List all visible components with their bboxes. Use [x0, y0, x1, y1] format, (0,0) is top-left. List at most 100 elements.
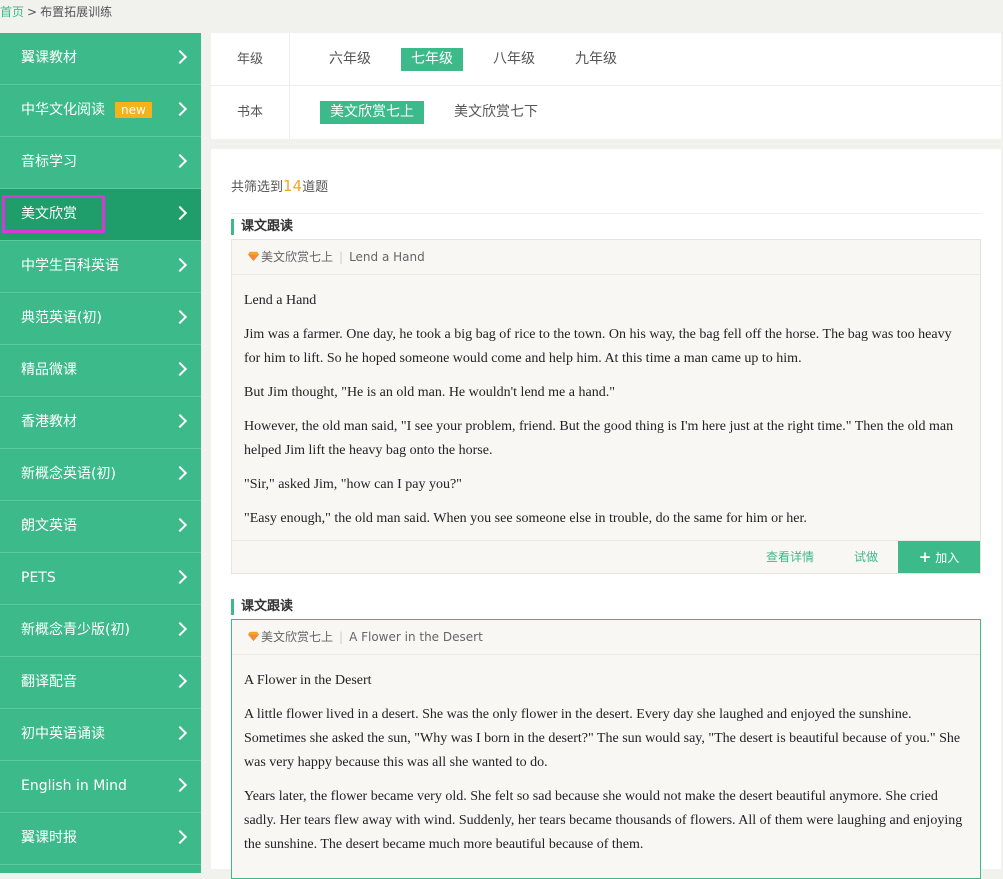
sidebar-item-label: 初中英语诵读	[21, 726, 105, 742]
section-title: 课文跟读	[231, 219, 293, 235]
sidebar: 翼课教材 中华文化阅读 new 音标学习 美文欣赏 中学生百科英语 典范英语(初)…	[0, 33, 201, 873]
text-paragraph: Years later, the flower became very old.…	[244, 789, 963, 852]
text-paragraph: "Sir," asked Jim, "how can I pay you?"	[244, 477, 462, 492]
add-button[interactable]: + 加入	[898, 541, 980, 573]
sidebar-item-yike-times[interactable]: 翼课时报	[0, 813, 201, 865]
sidebar-item-label: 翼课时报	[21, 830, 77, 846]
sidebar-item-label: 音标学习	[21, 154, 77, 170]
card-book-name: 美文欣赏七上	[261, 250, 334, 264]
chevron-right-icon	[172, 153, 188, 169]
sidebar-item-label: 中学生百科英语	[21, 258, 119, 274]
sidebar-item-exemplary-english[interactable]: 典范英语(初)	[0, 293, 201, 345]
book-option-selected[interactable]: 美文欣赏七上	[320, 101, 424, 124]
book-option[interactable]: 美文欣赏七下	[444, 101, 548, 124]
book-label: 书本	[211, 86, 290, 139]
text-paragraph: A little flower lived in a desert. She w…	[244, 707, 961, 770]
chevron-right-icon	[172, 569, 188, 585]
chevron-right-icon	[172, 257, 188, 273]
chevron-right-icon	[172, 725, 188, 741]
sidebar-item-pets[interactable]: PETS	[0, 553, 201, 605]
chevron-right-icon	[172, 413, 188, 429]
breadcrumb-home-link[interactable]: 首页	[0, 5, 24, 19]
try-link[interactable]: 试做	[854, 541, 878, 573]
sidebar-item-phonetics[interactable]: 音标学习	[0, 137, 201, 189]
text-paragraph: But Jim thought, "He is an old man. He w…	[244, 385, 615, 400]
sidebar-item-yike-textbook[interactable]: 翼课教材	[0, 33, 201, 85]
sidebar-item-label: 典范英语(初)	[21, 310, 102, 326]
grade-filter-row: 年级 六年级 七年级 八年级 九年级	[211, 33, 1001, 86]
breadcrumb: 首页 > 布置拓展训练	[0, 0, 1003, 30]
card-text: Lend a Hand Jim was a farmer. One day, h…	[232, 275, 980, 531]
divider	[231, 213, 981, 214]
sidebar-item-label: 新概念青少版(初)	[21, 622, 130, 638]
sidebar-item-label: 香港教材	[21, 414, 77, 430]
sidebar-item-micro-lessons[interactable]: 精品微课	[0, 345, 201, 397]
exercise-card: 美文欣赏七上 | A Flower in the Desert A Flower i…	[231, 619, 981, 879]
sidebar-item-translation-dubbing[interactable]: 翻译配音	[0, 657, 201, 709]
sidebar-item-longman[interactable]: 朗文英语	[0, 501, 201, 553]
chevron-right-icon	[172, 673, 188, 689]
new-badge: new	[115, 102, 152, 118]
sidebar-item-label: English in Mind	[21, 778, 127, 794]
text-paragraph: "Easy enough," the old man said. When yo…	[244, 511, 807, 526]
text-paragraph: A Flower in the Desert	[244, 673, 372, 688]
highlight-box	[2, 195, 105, 233]
view-detail-link[interactable]: 查看详情	[766, 541, 814, 573]
card-header: 美文欣赏七上 | Lend a Hand	[232, 240, 980, 275]
chevron-right-icon	[172, 829, 188, 845]
separator: |	[339, 630, 344, 644]
sidebar-item-label: 翻译配音	[21, 674, 77, 690]
sidebar-item-label: 新概念英语(初)	[21, 466, 116, 482]
chevron-right-icon	[172, 517, 188, 533]
chevron-right-icon	[172, 465, 188, 481]
exercise-card: 美文欣赏七上 | Lend a Hand Lend a Hand Jim was a…	[231, 239, 981, 574]
grade-option-selected[interactable]: 七年级	[401, 48, 463, 71]
plus-icon: +	[918, 548, 932, 566]
sidebar-item-hk-textbook[interactable]: 香港教材	[0, 397, 201, 449]
text-paragraph: Jim was a farmer. One day, he took a big…	[244, 327, 952, 366]
card-book-name: 美文欣赏七上	[261, 630, 334, 644]
card-title: A Flower in the Desert	[349, 630, 483, 644]
card-header: 美文欣赏七上 | A Flower in the Desert	[232, 620, 980, 655]
sidebar-item-english-in-mind[interactable]: English in Mind	[0, 761, 201, 813]
chevron-right-icon	[172, 361, 188, 377]
sidebar-item-encyclopedia-english[interactable]: 中学生百科英语	[0, 241, 201, 293]
results-panel: 共筛选到14道题 课文跟读 美文欣赏七上 | Lend a Hand Lend a …	[211, 149, 1001, 879]
gem-icon	[248, 251, 259, 262]
result-count-number: 14	[283, 177, 303, 195]
chevron-right-icon	[172, 101, 188, 117]
grade-option[interactable]: 九年级	[565, 48, 627, 71]
grade-option[interactable]: 六年级	[319, 48, 381, 71]
sidebar-item-label: 中华文化阅读	[21, 102, 105, 118]
add-button-label: 加入	[935, 551, 960, 565]
chevron-right-icon	[172, 49, 188, 65]
filter-panel: 年级 六年级 七年级 八年级 九年级 书本 美文欣赏七上 美文欣赏七下	[211, 33, 1001, 139]
breadcrumb-current: 布置拓展训练	[40, 5, 113, 19]
breadcrumb-separator: >	[27, 5, 38, 19]
chevron-right-icon	[172, 777, 188, 793]
sidebar-item-new-concept[interactable]: 新概念英语(初)	[0, 449, 201, 501]
separator: |	[339, 250, 344, 264]
sidebar-item-label: 翼课教材	[21, 50, 77, 66]
sidebar-item-label: 朗文英语	[21, 518, 77, 534]
sidebar-item-new-concept-youth[interactable]: 新概念青少版(初)	[0, 605, 201, 657]
result-count-prefix: 共筛选到	[231, 180, 284, 195]
sidebar-item-label: 精品微课	[21, 362, 77, 378]
section-title: 课文跟读	[231, 599, 293, 615]
result-count-suffix: 道题	[302, 180, 329, 195]
grade-label: 年级	[211, 33, 290, 86]
sidebar-item-prose-appreciation[interactable]: 美文欣赏	[0, 189, 201, 241]
sidebar-item-recitation[interactable]: 初中英语诵读	[0, 709, 201, 761]
grade-option[interactable]: 八年级	[483, 48, 545, 71]
text-paragraph: However, the old man said, "I see your p…	[244, 419, 954, 458]
chevron-right-icon	[172, 309, 188, 325]
card-text: A Flower in the Desert A little flower l…	[232, 655, 980, 857]
sidebar-item-chinese-culture-reading[interactable]: 中华文化阅读 new	[0, 85, 201, 137]
card-footer: 查看详情 试做 + 加入	[232, 540, 980, 573]
gem-icon	[248, 631, 259, 642]
chevron-right-icon	[172, 621, 188, 637]
sidebar-item-label: PETS	[21, 570, 56, 586]
result-count: 共筛选到14道题	[231, 176, 328, 195]
book-filter-row: 书本 美文欣赏七上 美文欣赏七下	[211, 86, 1001, 139]
text-paragraph: Lend a Hand	[244, 293, 317, 308]
